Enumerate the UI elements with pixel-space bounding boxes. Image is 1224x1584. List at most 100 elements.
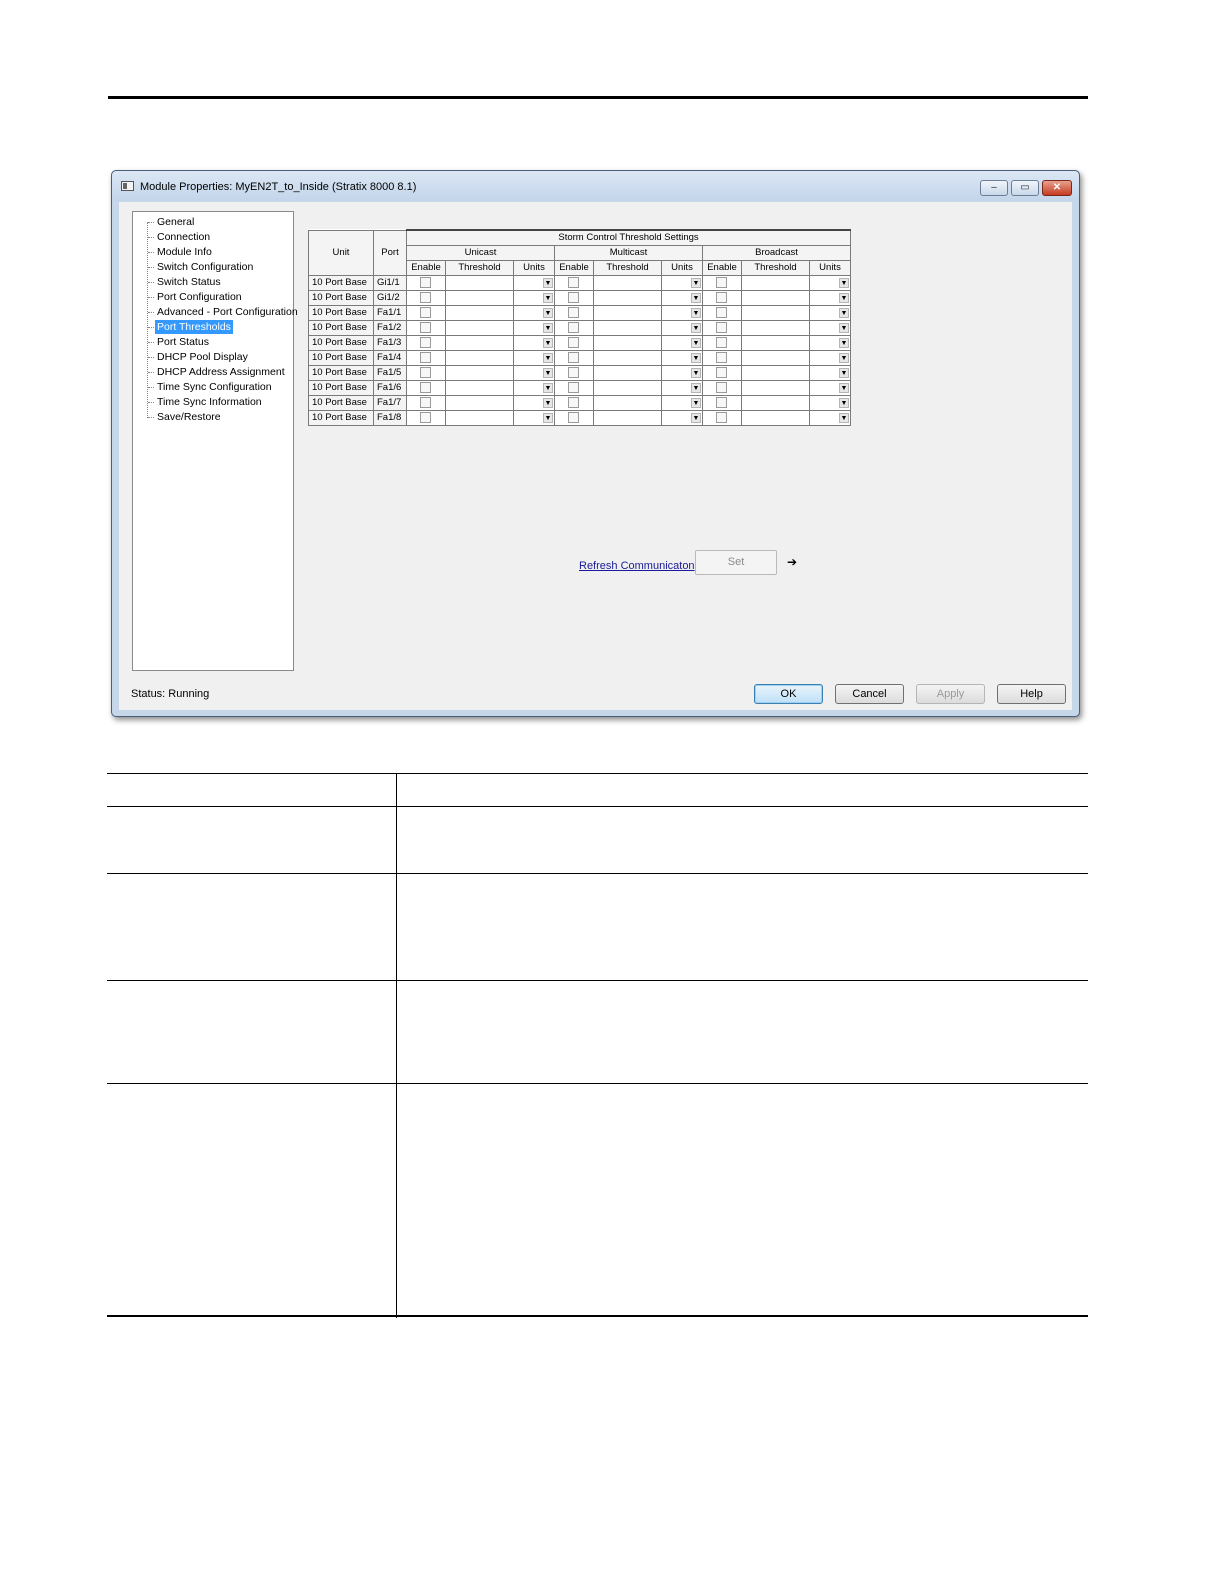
multicast-enable-checkbox[interactable] — [568, 396, 579, 408]
broadcast-units-dropdown-field[interactable]: ▼ — [810, 396, 850, 410]
unicast-units-dropdown[interactable]: ▼ — [513, 275, 555, 291]
apply-button[interactable]: Apply — [916, 684, 985, 704]
chevron-down-icon[interactable]: ▼ — [543, 323, 553, 333]
multicast-units-dropdown[interactable]: ▼ — [661, 380, 703, 396]
chevron-down-icon[interactable]: ▼ — [543, 308, 553, 318]
unicast-units-dropdown-field[interactable]: ▼ — [514, 366, 554, 380]
chevron-down-icon[interactable]: ▼ — [691, 398, 701, 408]
chevron-down-icon[interactable]: ▼ — [543, 368, 553, 378]
chevron-down-icon[interactable]: ▼ — [543, 293, 553, 303]
broadcast-units-dropdown-field[interactable]: ▼ — [810, 321, 850, 335]
multicast-threshold-input[interactable] — [593, 350, 662, 366]
broadcast-threshold-input[interactable] — [741, 290, 810, 306]
multicast-units-dropdown[interactable]: ▼ — [661, 350, 703, 366]
broadcast-enable-checkbox[interactable] — [716, 396, 727, 408]
multicast-enable-checkbox[interactable] — [568, 351, 579, 363]
multicast-units-dropdown-field[interactable]: ▼ — [662, 366, 702, 380]
minimize-button[interactable]: – — [980, 180, 1008, 196]
refresh-communication-link[interactable]: Refresh Communicaton — [579, 560, 695, 572]
broadcast-units-dropdown[interactable]: ▼ — [809, 335, 851, 351]
multicast-units-dropdown-field[interactable]: ▼ — [662, 306, 702, 320]
tree-item-switch-configuration[interactable]: Switch Configuration — [155, 260, 255, 274]
unicast-units-dropdown[interactable]: ▼ — [513, 320, 555, 336]
unicast-units-dropdown[interactable]: ▼ — [513, 380, 555, 396]
tree-item-port-configuration[interactable]: Port Configuration — [155, 290, 244, 304]
multicast-threshold-input[interactable] — [593, 320, 662, 336]
multicast-threshold-input[interactable] — [593, 365, 662, 381]
multicast-enable-checkbox[interactable] — [568, 366, 579, 378]
broadcast-enable-checkbox[interactable] — [716, 381, 727, 393]
broadcast-enable-checkbox[interactable] — [716, 366, 727, 378]
unicast-units-dropdown-field[interactable]: ▼ — [514, 306, 554, 320]
chevron-down-icon[interactable]: ▼ — [691, 353, 701, 363]
broadcast-units-dropdown-field[interactable]: ▼ — [810, 276, 850, 290]
broadcast-units-dropdown-field[interactable]: ▼ — [810, 351, 850, 365]
multicast-units-dropdown-field[interactable]: ▼ — [662, 276, 702, 290]
chevron-down-icon[interactable]: ▼ — [839, 398, 849, 408]
chevron-down-icon[interactable]: ▼ — [543, 338, 553, 348]
maximize-button[interactable]: ▭ — [1011, 180, 1039, 196]
broadcast-threshold-input[interactable] — [741, 350, 810, 366]
multicast-units-dropdown[interactable]: ▼ — [661, 410, 703, 426]
broadcast-threshold-input[interactable] — [741, 320, 810, 336]
chevron-down-icon[interactable]: ▼ — [543, 353, 553, 363]
multicast-enable-checkbox[interactable] — [568, 411, 579, 423]
multicast-enable-checkbox[interactable] — [568, 306, 579, 318]
chevron-down-icon[interactable]: ▼ — [839, 293, 849, 303]
unicast-threshold-input[interactable] — [445, 305, 514, 321]
tree-item-dhcp-address-assignment[interactable]: DHCP Address Assignment — [155, 365, 287, 379]
broadcast-units-dropdown-field[interactable]: ▼ — [810, 306, 850, 320]
chevron-down-icon[interactable]: ▼ — [691, 368, 701, 378]
unicast-enable-checkbox[interactable] — [420, 366, 431, 378]
unicast-threshold-input[interactable] — [445, 380, 514, 396]
help-button[interactable]: Help — [997, 684, 1066, 704]
unicast-units-dropdown[interactable]: ▼ — [513, 335, 555, 351]
unicast-units-dropdown[interactable]: ▼ — [513, 395, 555, 411]
chevron-down-icon[interactable]: ▼ — [839, 308, 849, 318]
tree-item-general[interactable]: General — [155, 215, 196, 229]
chevron-down-icon[interactable]: ▼ — [839, 338, 849, 348]
broadcast-units-dropdown[interactable]: ▼ — [809, 395, 851, 411]
unicast-threshold-input[interactable] — [445, 395, 514, 411]
unicast-threshold-input[interactable] — [445, 335, 514, 351]
chevron-down-icon[interactable]: ▼ — [543, 383, 553, 393]
broadcast-units-dropdown[interactable]: ▼ — [809, 290, 851, 306]
multicast-units-dropdown[interactable]: ▼ — [661, 305, 703, 321]
chevron-down-icon[interactable]: ▼ — [839, 368, 849, 378]
unicast-threshold-input[interactable] — [445, 410, 514, 426]
chevron-down-icon[interactable]: ▼ — [691, 338, 701, 348]
broadcast-units-dropdown[interactable]: ▼ — [809, 275, 851, 291]
chevron-down-icon[interactable]: ▼ — [691, 413, 701, 423]
broadcast-enable-checkbox[interactable] — [716, 321, 727, 333]
unicast-units-dropdown[interactable]: ▼ — [513, 350, 555, 366]
unicast-units-dropdown-field[interactable]: ▼ — [514, 351, 554, 365]
unicast-threshold-input[interactable] — [445, 275, 514, 291]
tree-item-switch-status[interactable]: Switch Status — [155, 275, 223, 289]
set-button[interactable]: Set — [695, 550, 777, 575]
unicast-enable-checkbox[interactable] — [420, 411, 431, 423]
multicast-threshold-input[interactable] — [593, 395, 662, 411]
unicast-threshold-input[interactable] — [445, 350, 514, 366]
unicast-units-dropdown-field[interactable]: ▼ — [514, 381, 554, 395]
unicast-units-dropdown-field[interactable]: ▼ — [514, 321, 554, 335]
multicast-threshold-input[interactable] — [593, 410, 662, 426]
broadcast-threshold-input[interactable] — [741, 335, 810, 351]
unicast-enable-checkbox[interactable] — [420, 291, 431, 303]
multicast-enable-checkbox[interactable] — [568, 291, 579, 303]
broadcast-threshold-input[interactable] — [741, 365, 810, 381]
broadcast-enable-checkbox[interactable] — [716, 276, 727, 288]
multicast-enable-checkbox[interactable] — [568, 381, 579, 393]
multicast-threshold-input[interactable] — [593, 335, 662, 351]
unicast-units-dropdown[interactable]: ▼ — [513, 365, 555, 381]
tree-item-port-thresholds[interactable]: Port Thresholds — [155, 320, 233, 334]
broadcast-enable-checkbox[interactable] — [716, 411, 727, 423]
broadcast-enable-checkbox[interactable] — [716, 306, 727, 318]
multicast-units-dropdown-field[interactable]: ▼ — [662, 381, 702, 395]
broadcast-enable-checkbox[interactable] — [716, 336, 727, 348]
unicast-enable-checkbox[interactable] — [420, 306, 431, 318]
chevron-down-icon[interactable]: ▼ — [543, 278, 553, 288]
chevron-down-icon[interactable]: ▼ — [691, 278, 701, 288]
unicast-enable-checkbox[interactable] — [420, 381, 431, 393]
broadcast-units-dropdown-field[interactable]: ▼ — [810, 336, 850, 350]
unicast-units-dropdown-field[interactable]: ▼ — [514, 336, 554, 350]
